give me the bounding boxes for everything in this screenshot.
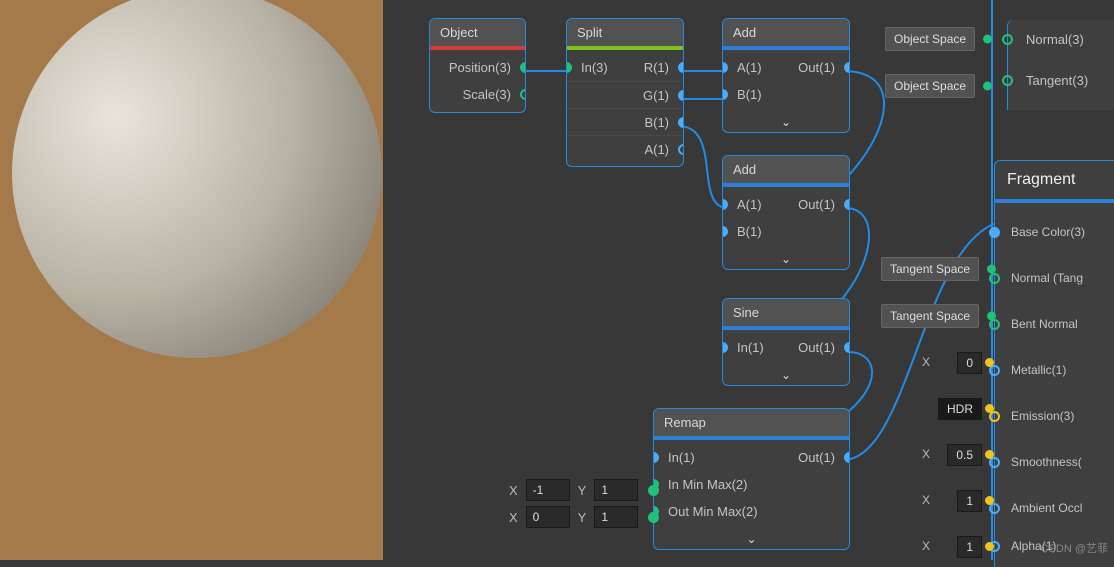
chevron-down-icon[interactable]: ⌄ (723, 249, 849, 269)
node-fragment[interactable]: Fragment Base Color(3) Normal (Tang Bent… (994, 160, 1114, 567)
float-field[interactable]: 0 (957, 352, 982, 374)
chevron-down-icon[interactable]: ⌄ (723, 112, 849, 132)
node-title: Add (723, 156, 849, 183)
hdr-badge[interactable]: HDR (938, 398, 982, 420)
port-in[interactable] (722, 342, 728, 353)
port-in[interactable] (722, 89, 728, 100)
graph-canvas[interactable]: Object Position(3) Scale(3) Split In(3) … (383, 0, 1114, 560)
port-out[interactable] (678, 117, 684, 128)
port-out[interactable] (678, 90, 684, 101)
node-partial[interactable]: Normal(3) Tangent(3) (1007, 20, 1114, 110)
port-out[interactable] (844, 62, 850, 73)
port-out[interactable] (983, 82, 992, 91)
port-out[interactable] (648, 485, 659, 496)
port-in[interactable] (1002, 75, 1013, 86)
port-out[interactable] (985, 542, 994, 551)
port-out[interactable] (987, 265, 996, 274)
space-pill[interactable]: Object Space (885, 74, 975, 98)
port-out[interactable] (983, 35, 992, 44)
port-out[interactable] (987, 312, 996, 321)
preview-panel (0, 0, 383, 560)
node-title: Fragment (995, 161, 1114, 199)
port-out[interactable] (678, 62, 684, 73)
port-in[interactable] (989, 227, 1000, 238)
port-in[interactable] (722, 226, 728, 237)
port-out[interactable] (844, 452, 850, 463)
port-out[interactable] (985, 404, 994, 413)
float-field[interactable]: 0.5 (947, 444, 982, 466)
space-pill[interactable]: Tangent Space (881, 304, 979, 328)
port-out[interactable] (648, 512, 659, 523)
node-split[interactable]: Split In(3) R(1) G(1) B(1) A(1) (566, 18, 684, 167)
node-add[interactable]: Add A(1) Out(1) B(1) ⌄ (722, 18, 850, 133)
port-out[interactable] (678, 144, 684, 155)
port-out[interactable] (985, 358, 994, 367)
node-title: Add (723, 19, 849, 46)
port-out[interactable] (520, 62, 526, 73)
node-sine[interactable]: Sine In(1) Out(1) ⌄ (722, 298, 850, 386)
port-in[interactable] (722, 199, 728, 210)
port-out[interactable] (985, 450, 994, 459)
chevron-down-icon[interactable]: ⌄ (654, 529, 849, 549)
port-in[interactable] (566, 62, 572, 73)
space-pill[interactable]: Object Space (885, 27, 975, 51)
float-field[interactable]: 1 (957, 490, 982, 512)
chevron-down-icon[interactable]: ⌄ (723, 365, 849, 385)
port-in[interactable] (989, 273, 1000, 284)
watermark: CSDN @艺菲 (1041, 540, 1108, 556)
vec2-field[interactable]: X-1 Y1 (505, 479, 653, 501)
port-out[interactable] (520, 89, 526, 100)
node-object[interactable]: Object Position(3) Scale(3) (429, 18, 526, 113)
vec2-field[interactable]: X0 Y1 (505, 506, 653, 528)
port-in[interactable] (1002, 34, 1013, 45)
float-field[interactable]: 1 (957, 536, 982, 558)
node-add[interactable]: Add A(1) Out(1) B(1) ⌄ (722, 155, 850, 270)
sphere-preview (12, 0, 382, 358)
port-out[interactable] (844, 199, 850, 210)
node-remap[interactable]: Remap In(1) Out(1) In Min Max(2) Out Min… (653, 408, 850, 550)
node-title: Remap (654, 409, 849, 436)
space-pill[interactable]: Tangent Space (881, 257, 979, 281)
port-in[interactable] (653, 452, 659, 463)
port-in[interactable] (722, 62, 728, 73)
node-title: Object (430, 19, 525, 46)
node-title: Sine (723, 299, 849, 326)
port-out[interactable] (844, 342, 850, 353)
node-title: Split (567, 19, 683, 46)
port-out[interactable] (985, 496, 994, 505)
